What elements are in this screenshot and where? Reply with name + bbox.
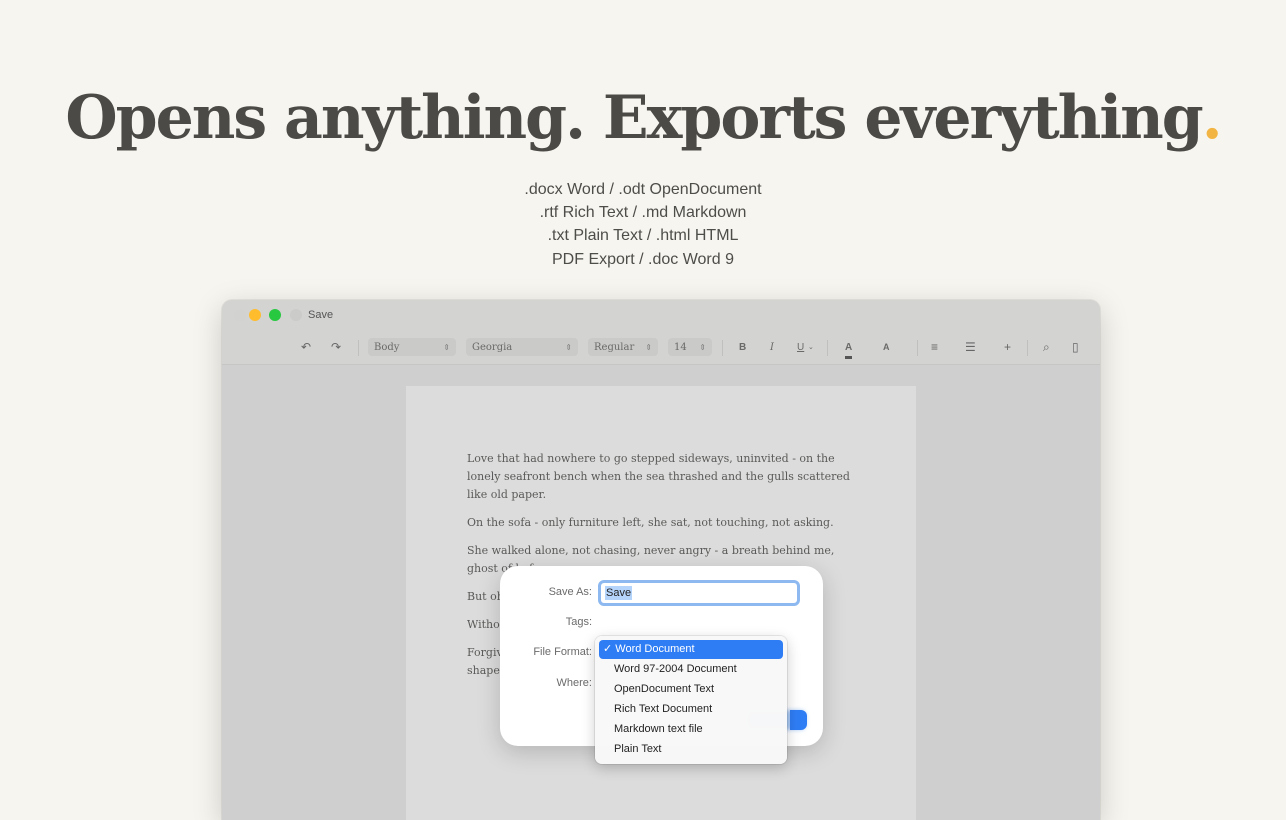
- headline-text: Opens anything. Exports everything: [65, 83, 1203, 153]
- menu-item-opendocument[interactable]: OpenDocument Text: [599, 680, 783, 699]
- format-list: .docx Word / .odt OpenDocument .rtf Rich…: [0, 178, 1286, 271]
- plus-icon[interactable]: +: [1004, 338, 1011, 356]
- format-line: .rtf Rich Text / .md Markdown: [539, 204, 747, 222]
- toolbar-divider: [722, 340, 723, 356]
- search-icon[interactable]: ⌕: [1043, 338, 1050, 356]
- menu-item-label: Word Document: [615, 643, 695, 655]
- save-as-label: Save As:: [548, 586, 592, 598]
- zoom-button[interactable]: [269, 309, 281, 321]
- sidebar-icon[interactable]: ▯: [1072, 338, 1079, 356]
- titlebar: Save ↶ ↷ Body ⇕ Georgia ⇕ Regular ⇕ 14 ⇕…: [222, 300, 1100, 365]
- font-color-button[interactable]: A: [845, 338, 853, 359]
- paragraph-style-value: Body: [374, 341, 400, 353]
- menu-item-rich-text[interactable]: Rich Text Document: [599, 700, 783, 719]
- format-line: PDF Export / .doc Word 9: [552, 250, 734, 268]
- window-title: Save: [308, 309, 334, 321]
- close-button[interactable]: [234, 309, 246, 321]
- checkmark-icon: ✓: [603, 643, 613, 655]
- extra-dot-icon: [290, 309, 302, 321]
- save-as-value: Save: [605, 586, 633, 600]
- font-weight-value: Regular: [594, 341, 635, 353]
- format-line: .docx Word / .odt OpenDocument: [524, 181, 762, 198]
- menu-item-plain-text[interactable]: Plain Text: [599, 740, 783, 759]
- font-weight-select[interactable]: Regular ⇕: [588, 338, 658, 356]
- font-family-select[interactable]: Georgia ⇕: [466, 338, 578, 356]
- tags-label: Tags:: [565, 616, 592, 628]
- file-format-label: File Format:: [533, 646, 592, 658]
- align-left-icon[interactable]: ≡: [931, 338, 938, 356]
- toolbar-divider: [827, 340, 828, 356]
- hero-headline: Opens anything. Exports everything.: [0, 78, 1286, 158]
- chevron-updown-icon: ⇕: [443, 342, 450, 352]
- chevron-updown-icon: ⇕: [699, 342, 706, 352]
- font-size-select[interactable]: 14 ⇕: [668, 338, 712, 356]
- undo-icon[interactable]: ↶: [301, 338, 311, 356]
- list-icon[interactable]: ☰: [965, 338, 976, 356]
- toolbar-divider: [1027, 340, 1028, 356]
- redo-icon[interactable]: ↷: [331, 338, 341, 356]
- toolbar-divider: [358, 340, 359, 356]
- bold-button[interactable]: B: [739, 338, 746, 356]
- save-button-edge[interactable]: [790, 710, 807, 730]
- toolbar-divider: [917, 340, 918, 356]
- menu-item-word-document[interactable]: ✓ Word Document: [599, 640, 783, 659]
- highlight-button[interactable]: A: [883, 338, 890, 356]
- underline-button[interactable]: U: [797, 338, 804, 356]
- chevron-updown-icon: ⇕: [645, 342, 652, 352]
- where-label: Where:: [556, 677, 592, 689]
- italic-button[interactable]: I: [770, 338, 774, 356]
- paragraph-style-select[interactable]: Body ⇕: [368, 338, 456, 356]
- paragraph: Love that had nowhere to go stepped side…: [467, 452, 850, 501]
- font-family-value: Georgia: [472, 341, 513, 353]
- menu-item-markdown[interactable]: Markdown text file: [599, 720, 783, 739]
- chevron-updown-icon: ⇕: [565, 342, 572, 352]
- save-as-input[interactable]: Save: [598, 580, 800, 606]
- format-line: .txt Plain Text / .html HTML: [547, 227, 739, 245]
- chevron-down-icon: ⌄: [808, 344, 814, 351]
- font-size-value: 14: [674, 341, 687, 353]
- headline-accent-dot: .: [1201, 83, 1223, 153]
- file-format-menu[interactable]: ✓ Word Document Word 97-2004 Document Op…: [595, 636, 787, 764]
- paragraph: On the sofa - only furniture left, she s…: [467, 516, 834, 529]
- minimize-button[interactable]: [249, 309, 261, 321]
- menu-item-word-97-2004[interactable]: Word 97-2004 Document: [599, 660, 783, 679]
